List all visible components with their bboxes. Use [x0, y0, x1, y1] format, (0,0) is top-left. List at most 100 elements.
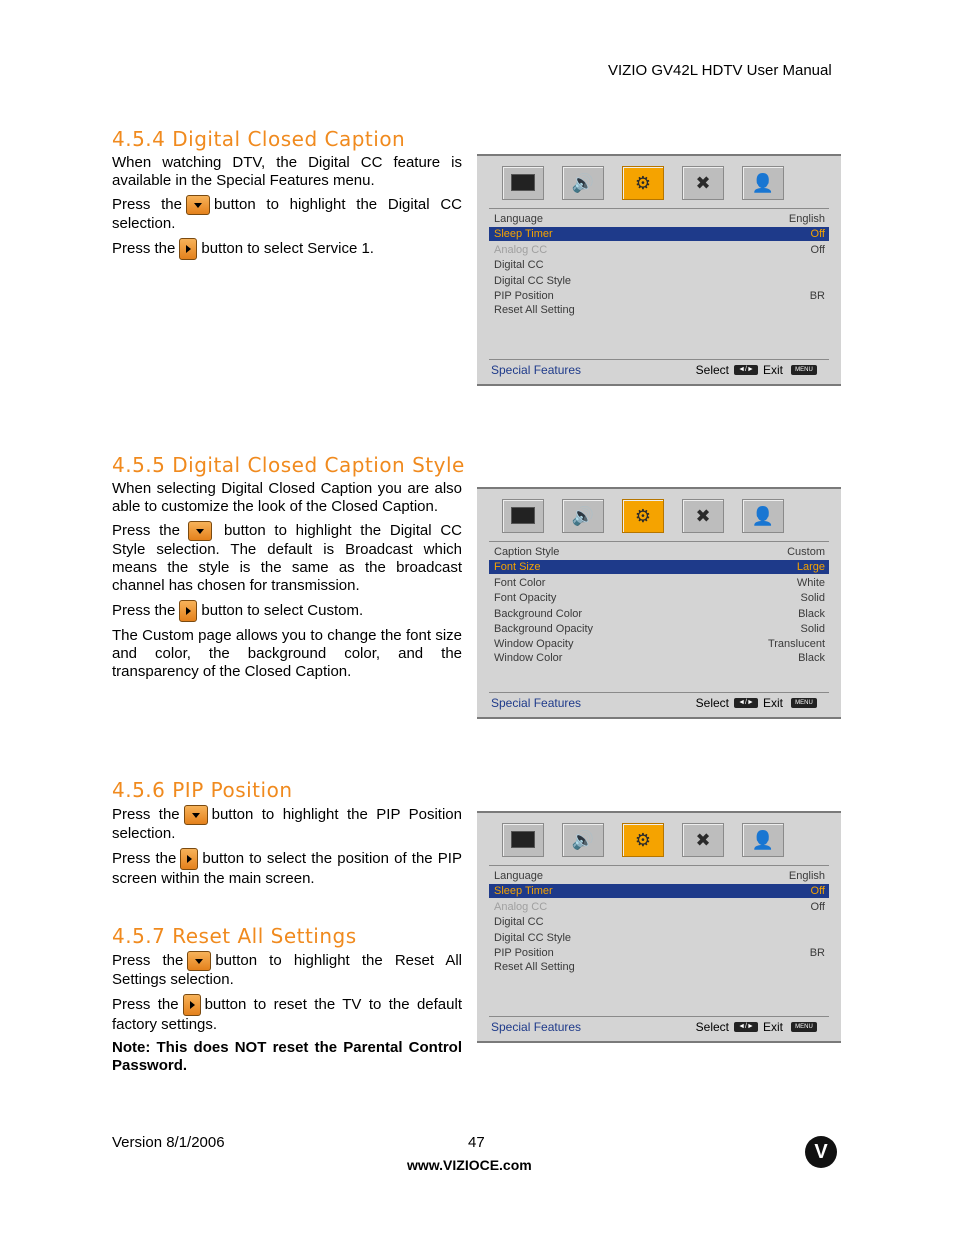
picture-menu-icon: [502, 823, 544, 857]
text: Press the: [112, 239, 176, 257]
section-body-pip-position: Press the button to highlight the PIP Pos…: [112, 805, 462, 893]
setup-tools-icon: ✖: [682, 823, 724, 857]
menu-header-row: Language English: [494, 870, 825, 882]
divider: [489, 692, 829, 693]
down-arrow-button-icon: [187, 951, 212, 971]
menu-row-digital-cc-style: Digital CC Style: [494, 932, 572, 944]
section-body-digital-cc: When watching DTV, the Digital CC featur…: [112, 154, 462, 265]
text: Press the: [112, 995, 179, 1013]
osd-menu-special-features-2: 🔊 ⚙ ✖ 👤 Language English Sleep Timer Off A…: [477, 811, 841, 1043]
text: Press the: [112, 849, 177, 867]
paragraph: When watching DTV, the Digital CC featur…: [112, 154, 462, 189]
menu-row-digital-cc-style: Digital CC Style: [494, 275, 572, 287]
select-key-icon: ◄/►: [734, 365, 758, 375]
paragraph: The Custom page allows you to change the…: [112, 627, 462, 680]
divider: [489, 1016, 829, 1017]
down-arrow-button-icon: [185, 195, 210, 215]
paragraph: Press the button to highlight the Digital…: [112, 521, 462, 595]
footer-select-label: Select: [695, 696, 729, 710]
section-heading-pip-position: 4.5.6 PIP Position: [112, 778, 293, 802]
section-body-reset-all: Press the button to highlight the Reset A…: [112, 951, 462, 1080]
divider: [489, 865, 829, 866]
audio-menu-icon: 🔊: [562, 499, 604, 533]
osd-menu-special-features-1: 🔊 ⚙ ✖ 👤 Language English Sleep Timer Off A…: [477, 154, 841, 386]
text: Press the: [112, 195, 182, 213]
down-arrow-button-icon: [183, 805, 208, 825]
menu-row-analog-cc: Analog CC Off: [494, 901, 825, 913]
note: Note: This does NOT reset the Parental C…: [112, 1039, 462, 1074]
paragraph: Press the button to highlight the PIP Pos…: [112, 805, 462, 843]
select-key-icon: ◄/►: [734, 1022, 758, 1032]
paragraph: Press the button to select Custom.: [112, 600, 462, 622]
divider: [489, 541, 829, 542]
parental-control-lock-icon: 👤: [742, 499, 784, 533]
paragraph: Press the button to highlight the Reset A…: [112, 951, 462, 989]
menu-row-reset-all: Reset All Setting: [494, 961, 575, 973]
menu-key-icon: MENU: [791, 698, 817, 708]
footer-exit-label: Exit: [762, 363, 783, 377]
menu-row-reset-all: Reset All Setting: [494, 304, 575, 316]
section-body-digital-cc-style: When selecting Digital Closed Caption yo…: [112, 480, 462, 686]
divider: [489, 359, 829, 360]
setup-tools-icon: ✖: [682, 499, 724, 533]
menu-footer: Special Features Select ◄/► Exit MENU: [489, 1019, 829, 1035]
footer-select-label: Select: [695, 363, 729, 377]
page-number: 47: [468, 1134, 485, 1151]
website-link[interactable]: www.VIZIOCE.com: [407, 1157, 532, 1173]
menu-row-font-size: Font Size Large: [489, 560, 829, 574]
setup-tools-icon: ✖: [682, 166, 724, 200]
menu-row-digital-cc: Digital CC: [494, 259, 544, 271]
paragraph: Press the button to select the position o…: [112, 848, 462, 888]
osd-menu-caption-style: 🔊 ⚙ ✖ 👤 Caption Style Custom Font Size Lar…: [477, 487, 841, 719]
menu-header-row: Caption Style Custom: [494, 546, 825, 558]
menu-row-pip-position: PIP Position BR: [494, 947, 825, 959]
special-features-gear-icon: ⚙: [622, 499, 664, 533]
paragraph: Press the button to select Service 1.: [112, 238, 462, 260]
menu-key-icon: MENU: [791, 365, 817, 375]
parental-control-lock-icon: 👤: [742, 823, 784, 857]
special-features-gear-icon: ⚙: [622, 823, 664, 857]
divider: [489, 208, 829, 209]
text: Press the: [112, 805, 180, 823]
footer-exit-label: Exit: [762, 1020, 783, 1034]
right-arrow-button-icon: [180, 848, 199, 870]
menu-key-icon: MENU: [791, 1022, 817, 1032]
footer-section-label: Special Features: [491, 1020, 582, 1034]
vizio-logo-icon: V: [805, 1136, 837, 1168]
text: Press the: [112, 951, 184, 969]
picture-menu-icon: [502, 499, 544, 533]
footer-section-label: Special Features: [491, 696, 582, 710]
right-arrow-button-icon: [179, 238, 198, 260]
menu-row-digital-cc: Digital CC: [494, 916, 544, 928]
footer-section-label: Special Features: [491, 363, 582, 377]
down-arrow-button-icon: [187, 521, 212, 541]
menu-header-row: Language English: [494, 213, 825, 225]
right-arrow-button-icon: [179, 600, 198, 622]
menu-row-background-opacity: Background Opacity Solid: [494, 623, 825, 635]
paragraph: When selecting Digital Closed Caption yo…: [112, 480, 462, 515]
audio-menu-icon: 🔊: [562, 166, 604, 200]
right-arrow-button-icon: [182, 994, 201, 1016]
menu-footer: Special Features Select ◄/► Exit MENU: [489, 362, 829, 378]
paragraph: Press the button to reset the TV to the d…: [112, 994, 462, 1034]
text: Press the: [112, 521, 180, 539]
footer-exit-label: Exit: [762, 696, 783, 710]
version-label: Version 8/1/2006: [112, 1134, 225, 1151]
text: button to select Service 1.: [201, 239, 374, 257]
menu-row-sleep-timer: Sleep Timer Off: [489, 227, 829, 241]
text: Press the: [112, 601, 176, 619]
section-heading-digital-cc-style: 4.5.5 Digital Closed Caption Style: [112, 453, 465, 477]
menu-row-font-color: Font Color White: [494, 577, 825, 589]
manual-title: VIZIO GV42L HDTV User Manual: [608, 62, 832, 79]
menu-row-window-color: Window Color Black: [494, 652, 825, 664]
special-features-gear-icon: ⚙: [622, 166, 664, 200]
text: button to select Custom.: [201, 601, 364, 619]
menu-row-background-color: Background Color Black: [494, 608, 825, 620]
menu-row-analog-cc: Analog CC Off: [494, 244, 825, 256]
section-heading-digital-cc: 4.5.4 Digital Closed Caption: [112, 127, 406, 151]
footer-select-label: Select: [695, 1020, 729, 1034]
paragraph: Press the button to highlight the Digital…: [112, 195, 462, 233]
menu-footer: Special Features Select ◄/► Exit MENU: [489, 695, 829, 711]
picture-menu-icon: [502, 166, 544, 200]
select-key-icon: ◄/►: [734, 698, 758, 708]
